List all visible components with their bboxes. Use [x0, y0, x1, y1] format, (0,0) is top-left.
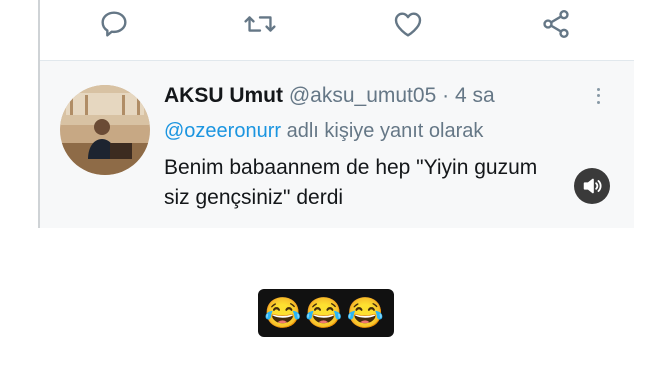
retweet-button[interactable]: [242, 6, 278, 42]
replying-to: @ozeeronurr adlı kişiye yanıt olarak: [164, 120, 483, 143]
mention-link[interactable]: @ozeeronurr: [164, 120, 281, 142]
sound-toggle-button[interactable]: [574, 168, 610, 204]
author-handle[interactable]: @aksu_umut05: [289, 84, 436, 107]
retweet-icon: [244, 16, 276, 32]
tweet-text: Benim babaannem de hep "Yiyin guzum siz …: [164, 153, 594, 213]
tweet-text-line: siz gençsiniz" derdi: [164, 186, 344, 209]
author-name[interactable]: AKSU Umut: [164, 84, 283, 107]
tweet-text-line: Benim babaannem de hep "Yiyin guzum: [164, 156, 538, 179]
like-button[interactable]: [390, 6, 426, 42]
timestamp[interactable]: 4 sa: [455, 84, 495, 107]
reply-button[interactable]: [96, 6, 132, 42]
header-separator: ·: [442, 84, 450, 107]
reply-header: AKSU Umut @aksu_umut05 · 4 sa: [164, 84, 495, 108]
speaker-icon: [583, 178, 602, 194]
like-icon: [394, 12, 422, 37]
replying-suffix: adlı kişiye yanıt olarak: [286, 120, 484, 142]
tweet-action-bar: [40, 0, 634, 50]
share-icon: [543, 10, 569, 38]
laughing-emoji-caption: 😂😂😂: [263, 296, 389, 330]
more-vertical-icon: [596, 86, 600, 106]
avatar[interactable]: [60, 85, 150, 175]
caption-box: 😂😂😂: [258, 289, 394, 337]
reply-icon: [101, 11, 127, 37]
more-button[interactable]: [590, 84, 606, 108]
share-button[interactable]: [538, 6, 574, 42]
